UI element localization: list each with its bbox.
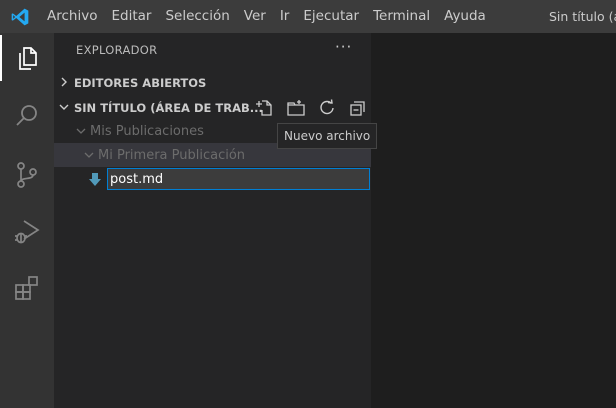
refresh-icon[interactable] [316, 97, 338, 119]
more-actions-button[interactable]: ··· [335, 38, 352, 56]
workspace-label: SIN TÍTULO (ÁREA DE TRAB... [74, 101, 263, 115]
menu-ejecutar[interactable]: Ejecutar [296, 0, 366, 33]
new-file-icon[interactable] [254, 97, 276, 119]
title-bar: Archivo Editar Selección Ver Ir Ejecutar… [0, 0, 616, 33]
menu-archivo[interactable]: Archivo [40, 0, 104, 33]
menu-terminal[interactable]: Terminal [366, 0, 437, 33]
menu-bar: Archivo Editar Selección Ver Ir Ejecutar… [40, 0, 493, 33]
extensions-icon[interactable] [0, 263, 54, 313]
new-file-row [0, 168, 371, 192]
tree-item-label: Mi Primera Publicación [98, 147, 246, 163]
menu-editar[interactable]: Editar [104, 0, 158, 33]
menu-ayuda[interactable]: Ayuda [437, 0, 493, 33]
workspace-section[interactable]: SIN TÍTULO (ÁREA DE TRAB... [54, 97, 371, 119]
chevron-down-icon [76, 126, 90, 136]
editor-area[interactable] [371, 33, 616, 408]
activity-bar [0, 33, 54, 408]
chevron-down-icon [54, 102, 74, 115]
open-editors-section[interactable]: EDITORES ABIERTOS [54, 72, 371, 94]
tree-item-label: Mis Publicaciones [90, 123, 204, 139]
chevron-right-icon [54, 77, 74, 90]
new-folder-icon[interactable] [285, 97, 307, 119]
new-file-name-input[interactable] [107, 168, 370, 190]
chevron-down-icon [84, 150, 98, 160]
vscode-logo-icon [0, 0, 40, 33]
explorer-sidebar: EXPLORADOR ··· EDITORES ABIERTOS SIN TÍT… [54, 33, 371, 408]
workspace-actions [254, 97, 369, 119]
menu-seleccion[interactable]: Selección [158, 0, 236, 33]
open-editors-label: EDITORES ABIERTOS [74, 76, 207, 90]
search-icon[interactable] [0, 91, 54, 141]
menu-ver[interactable]: Ver [237, 0, 273, 33]
collapse-all-icon[interactable] [347, 97, 369, 119]
tooltip: Nuevo archivo [277, 123, 378, 149]
markdown-file-icon [88, 172, 102, 188]
explorer-title: EXPLORADOR [76, 43, 158, 57]
menu-ir[interactable]: Ir [273, 0, 297, 33]
explorer-icon[interactable] [0, 33, 54, 83]
run-debug-icon[interactable] [0, 206, 54, 256]
window-title: Sin título (á [549, 9, 616, 24]
